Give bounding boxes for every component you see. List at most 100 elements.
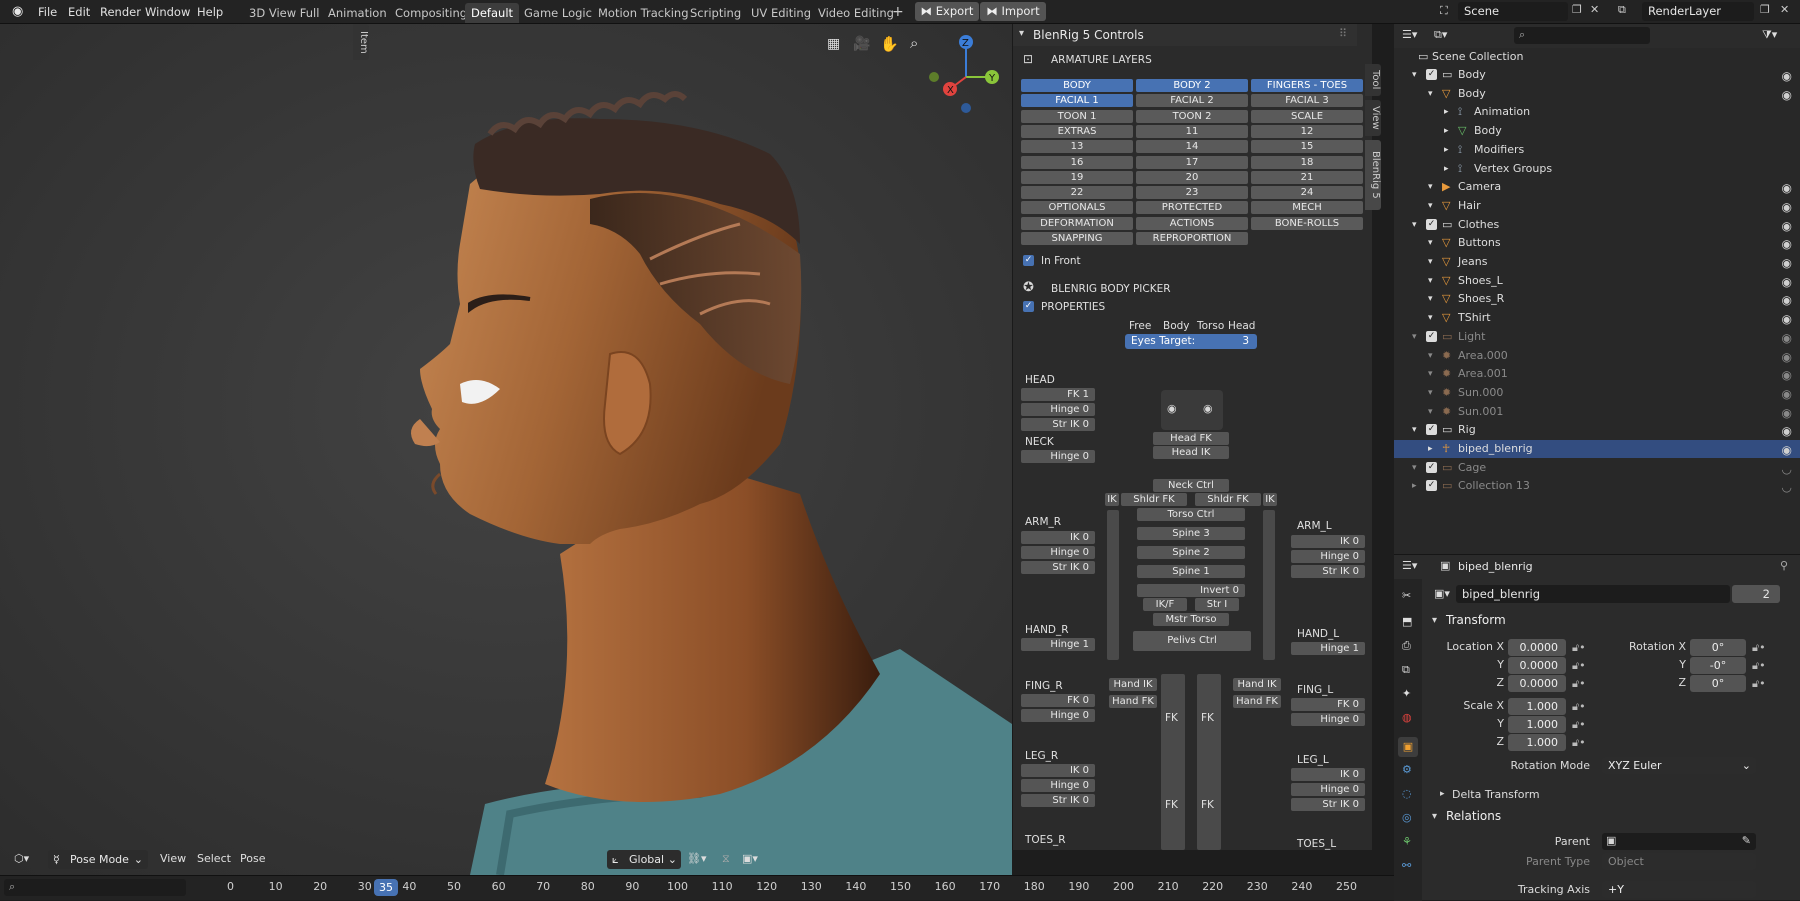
- filter-icon[interactable]: ⧩▾: [1762, 28, 1777, 42]
- collection-checkbox[interactable]: ✓: [1426, 218, 1437, 230]
- lock-icon[interactable]: 🔓︎•: [1572, 700, 1586, 714]
- outliner-row[interactable]: ✓ ▾ ▭ Cage ◡: [1394, 459, 1800, 477]
- collection-checkbox[interactable]: ✓: [1426, 461, 1437, 473]
- rotation-y-field[interactable]: -0°: [1690, 657, 1746, 674]
- users-count[interactable]: 2: [1732, 585, 1780, 603]
- ikf-button[interactable]: IK/F: [1143, 598, 1187, 611]
- eyes-mode-free[interactable]: Free: [1129, 320, 1151, 332]
- lock-icon[interactable]: 🔓︎•: [1752, 641, 1766, 655]
- shldr-fk-l-button[interactable]: Shldr FK: [1195, 493, 1261, 506]
- lock-icon[interactable]: 🔓︎•: [1572, 677, 1586, 691]
- layer-button[interactable]: 19: [1021, 170, 1133, 184]
- expand-arrow-icon[interactable]: ▸: [1412, 477, 1417, 495]
- layer-button[interactable]: BODY 2: [1136, 79, 1248, 92]
- outliner-row[interactable]: ▾ ✹ Area.001 ◉: [1394, 365, 1800, 383]
- outliner-row[interactable]: ✓ ▸ ▭ Collection 13 ◡: [1394, 477, 1800, 495]
- layer-button[interactable]: FINGERS - TOES: [1251, 79, 1363, 92]
- layer-button[interactable]: SCALE: [1251, 109, 1363, 123]
- tab-scripting[interactable]: Scripting: [684, 3, 747, 23]
- layer-button[interactable]: FACIAL 3: [1251, 94, 1363, 108]
- mode-dropdown[interactable]: ☿ Pose Mode ⌄: [48, 850, 148, 869]
- str-i-button[interactable]: Str I: [1195, 598, 1239, 611]
- leg-r-hinge-slider[interactable]: Hinge 0: [1021, 779, 1095, 792]
- outliner-row[interactable]: ▾ ✹ Sun.001 ◉: [1394, 403, 1800, 421]
- outliner-row[interactable]: ▾ ▽ Buttons ◉: [1394, 234, 1800, 252]
- tab-compositing[interactable]: Compositing: [389, 3, 473, 23]
- collection-checkbox[interactable]: ✓: [1426, 330, 1437, 342]
- menu-help[interactable]: Help: [193, 3, 227, 21]
- head-fk-button[interactable]: Head FK: [1153, 432, 1229, 445]
- hand-ik-l-button[interactable]: Hand IK: [1233, 678, 1281, 691]
- outliner-row[interactable]: ✓ ▾ ▭ Light ◉: [1394, 328, 1800, 346]
- visibility-eye-icon[interactable]: ◉: [1782, 198, 1792, 216]
- layer-button[interactable]: FACIAL 1: [1021, 94, 1133, 108]
- parent-type-dropdown[interactable]: Object: [1602, 853, 1756, 870]
- timeline[interactable]: ⌕ 0 10 20 30 40 50 60 70 80 90 100 110 120 130 140 150 1…: [0, 875, 1394, 900]
- rotation-x-field[interactable]: 0°: [1690, 639, 1746, 656]
- expand-arrow-icon[interactable]: ▸: [1444, 122, 1449, 140]
- editor-type-icon[interactable]: ☰▾: [1402, 559, 1417, 572]
- panel-header[interactable]: ▾ BlenRig 5 Controls ⠿: [1013, 24, 1357, 46]
- hand-fk-l-button[interactable]: Hand FK: [1233, 695, 1281, 708]
- visibility-eye-icon[interactable]: ◉: [1782, 254, 1792, 272]
- arm-l-ik-slider[interactable]: IK 0: [1291, 535, 1365, 548]
- scene-icon[interactable]: ⛶: [1440, 4, 1448, 18]
- rotation-mode-dropdown[interactable]: XYZ Euler ⌄: [1602, 757, 1756, 774]
- collection-checkbox[interactable]: ✓: [1426, 69, 1437, 80]
- tab-item[interactable]: Item: [353, 24, 369, 60]
- layer-button[interactable]: TOON 2: [1136, 109, 1248, 123]
- head-picker[interactable]: ◉ ◉: [1161, 390, 1223, 430]
- leg-r-str-ik-slider[interactable]: Str IK 0: [1021, 794, 1095, 807]
- leg-l-str-ik-slider[interactable]: Str IK 0: [1291, 798, 1365, 811]
- leg-r-ik-slider[interactable]: IK 0: [1021, 764, 1095, 777]
- outliner-row[interactable]: ▸ ▽ Body: [1394, 122, 1800, 140]
- visibility-eye-icon[interactable]: ◉: [1782, 422, 1792, 440]
- outliner-row[interactable]: ▾ ▶ Camera ◉: [1394, 178, 1800, 196]
- scale-x-field[interactable]: 1.000: [1508, 698, 1566, 715]
- arm-r-hinge-slider[interactable]: Hinge 0: [1021, 546, 1095, 559]
- pivot-icon[interactable]: ⛓▾: [687, 852, 707, 865]
- layer-button[interactable]: 11: [1136, 124, 1248, 138]
- navigation-gizmo[interactable]: Z Y X: [920, 29, 1010, 129]
- expand-arrow-icon[interactable]: ▾: [1428, 290, 1433, 308]
- leg-l-ik-slider[interactable]: IK 0: [1291, 768, 1365, 781]
- expand-arrow-icon[interactable]: ▾: [1428, 384, 1433, 402]
- pin-icon[interactable]: ⚲: [1780, 559, 1788, 572]
- layer-button[interactable]: ACTIONS: [1136, 216, 1248, 230]
- visibility-eye-icon[interactable]: ◉: [1782, 385, 1792, 403]
- head-hinge-slider[interactable]: Hinge 0: [1021, 403, 1095, 416]
- layer-button[interactable]: 12: [1251, 124, 1363, 138]
- eyes-mode-head[interactable]: Head: [1228, 320, 1255, 332]
- scale-y-field[interactable]: 1.000: [1508, 716, 1566, 733]
- layer-button[interactable]: BONE-ROLLS: [1251, 216, 1363, 230]
- visibility-eye-icon[interactable]: ◉: [1782, 366, 1792, 384]
- fing-l-hinge-slider[interactable]: Hinge 0: [1291, 713, 1365, 726]
- tracking-axis-dropdown[interactable]: +Y: [1602, 881, 1756, 898]
- invert-slider[interactable]: Invert 0: [1137, 584, 1245, 597]
- visibility-eye-icon[interactable]: ◡: [1782, 478, 1792, 496]
- lock-icon[interactable]: 🔓︎•: [1572, 641, 1586, 655]
- expand-arrow-icon[interactable]: ▾: [1428, 347, 1433, 365]
- rotation-z-field[interactable]: 0°: [1690, 675, 1746, 692]
- outliner-row[interactable]: ▸ ☥ biped_blenrig ◉: [1394, 440, 1800, 458]
- expand-arrow-icon[interactable]: ▸: [1444, 160, 1449, 178]
- head-ik-button[interactable]: Head IK: [1153, 446, 1229, 459]
- display-mode-icon[interactable]: ⧉▾: [1434, 28, 1447, 42]
- visibility-eye-icon[interactable]: ◉: [1782, 441, 1792, 459]
- fing-l-fk-slider[interactable]: FK 0: [1291, 698, 1365, 711]
- tab-blenrig[interactable]: BlenRig 5: [1365, 140, 1381, 210]
- orientation-dropdown[interactable]: ⟀ Global ⌄: [607, 850, 681, 869]
- layer-button[interactable]: 24: [1251, 186, 1363, 200]
- outliner-row[interactable]: ▾ ▽ Hair ◉: [1394, 197, 1800, 215]
- ik-l-button[interactable]: IK: [1263, 493, 1277, 506]
- expand-arrow-icon[interactable]: ▾: [1428, 253, 1433, 271]
- outliner-row[interactable]: ▾ ▽ TShirt ◉: [1394, 309, 1800, 327]
- editor-type-icon[interactable]: ☰▾: [1402, 28, 1417, 41]
- layer-button[interactable]: 20: [1136, 170, 1248, 184]
- neck-hinge-slider[interactable]: Hinge 0: [1021, 450, 1095, 463]
- arm-r-chain[interactable]: [1107, 510, 1119, 660]
- layer-button[interactable]: 18: [1251, 155, 1363, 169]
- layer-button[interactable]: 15: [1251, 140, 1363, 154]
- expand-arrow-icon[interactable]: ▾: [1428, 309, 1433, 327]
- outliner-row[interactable]: ▾ ▽ Jeans ◉: [1394, 253, 1800, 271]
